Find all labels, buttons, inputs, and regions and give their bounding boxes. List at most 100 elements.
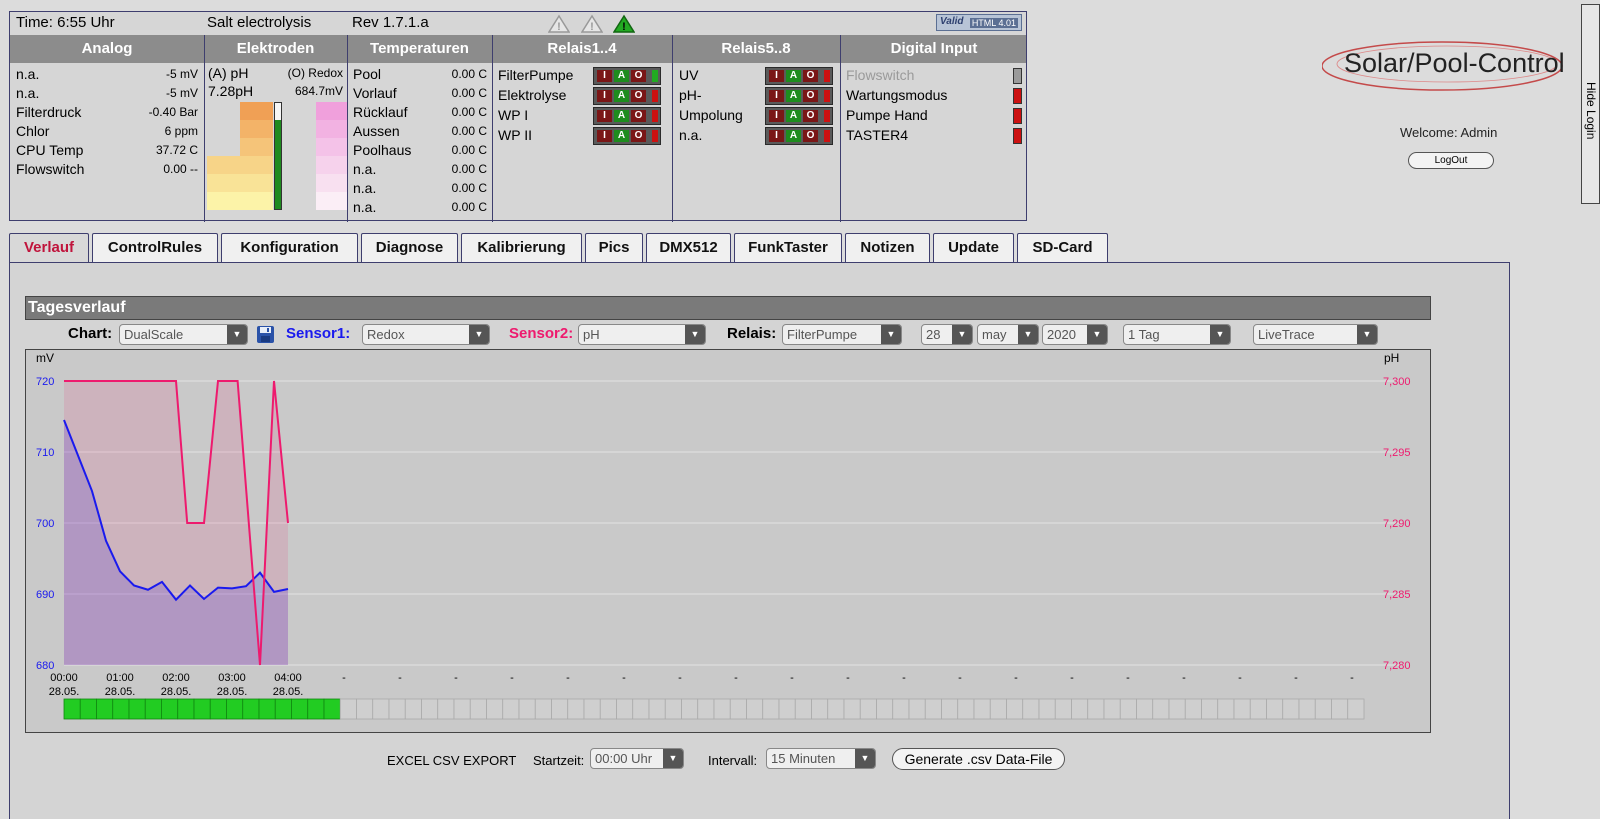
relay-state-block (1249, 698, 1267, 720)
chevron-down-icon: ▼ (469, 325, 489, 344)
relay-i-button[interactable]: I (597, 130, 612, 142)
svg-text:!: ! (590, 21, 594, 33)
temp-label: n.a. (353, 161, 377, 177)
relay-a-button[interactable]: A (614, 70, 629, 82)
chevron-down-icon: ▼ (1210, 325, 1230, 344)
tab-diagnose[interactable]: Diagnose (361, 233, 458, 263)
panel-header-row: Analog Elektroden Temperaturen Relais1..… (10, 35, 1026, 63)
interval-select[interactable]: 15 Minuten ▼ (766, 748, 876, 769)
relay-o-button[interactable]: O (803, 90, 818, 102)
time-display: Time: 6:55 Uhr (16, 14, 115, 31)
relay-iao-switch[interactable]: I A O (765, 67, 833, 85)
relay-state-block (1201, 698, 1219, 720)
relay-iao-switch[interactable]: I A O (593, 107, 661, 125)
relay-state-led (652, 110, 658, 122)
y2-tick-label: 7,300 (1383, 376, 1411, 388)
logo-text: Solar/Pool-Control (1344, 48, 1565, 78)
relay-o-button[interactable]: O (803, 70, 818, 82)
relay-iao-switch[interactable]: I A O (765, 127, 833, 145)
relay-iao-switch[interactable]: I A O (765, 87, 833, 105)
temp-label: Rücklauf (353, 104, 408, 120)
relay-iao-switch[interactable]: I A O (765, 107, 833, 125)
relay-o-button[interactable]: O (631, 130, 646, 142)
tab-verlauf[interactable]: Verlauf (9, 233, 89, 265)
relay-i-button[interactable]: I (769, 90, 784, 102)
relay-o-button[interactable]: O (803, 110, 818, 122)
start-time-select[interactable]: 00:00 Uhr ▼ (590, 748, 684, 769)
relay-state-block (161, 698, 179, 720)
tab-pics[interactable]: Pics (585, 233, 643, 263)
relay-state-block (437, 698, 455, 720)
tab-update[interactable]: Update (933, 233, 1014, 263)
relay-i-button[interactable]: I (769, 110, 784, 122)
x-tick-time: 04:00 (274, 672, 302, 684)
relay-a-button[interactable]: A (614, 130, 629, 142)
save-icon[interactable] (256, 325, 275, 344)
relay-o-button[interactable]: O (631, 90, 646, 102)
analog-value: -5 mV (165, 67, 198, 81)
tab-kalibrierung[interactable]: Kalibrierung (461, 233, 582, 263)
relay-state-block (989, 698, 1007, 720)
chart-type-label: Chart: (68, 325, 113, 342)
tab-notizen[interactable]: Notizen (845, 233, 930, 263)
relay-state-block (193, 698, 211, 720)
digital-input-row: Wartungsmodus (846, 86, 1024, 106)
relay-state-block (1103, 698, 1121, 720)
relay-o-button[interactable]: O (803, 130, 818, 142)
relay-o-button[interactable]: O (631, 110, 646, 122)
relay-a-button[interactable]: A (786, 130, 801, 142)
x-tick-dash: - (902, 672, 906, 684)
relais-select[interactable]: FilterPumpe ▼ (782, 324, 902, 345)
year-select[interactable]: 2020 ▼ (1042, 324, 1108, 345)
relay-state-block (258, 698, 276, 720)
sensor1-label: Sensor1: (286, 325, 351, 342)
relay-iao-switch[interactable]: I A O (593, 87, 661, 105)
relay-state-block (307, 698, 325, 720)
month-select[interactable]: may ▼ (977, 324, 1039, 345)
hide-login-toggle[interactable]: Hide Login (1581, 4, 1600, 204)
trace-select[interactable]: LiveTrace ▼ (1253, 324, 1378, 345)
relay-o-button[interactable]: O (631, 70, 646, 82)
relay-i-button[interactable]: I (769, 130, 784, 142)
digital-input-column: Flowswitch Wartungsmodus Pumpe Hand TAST… (846, 63, 1028, 222)
tab-dmx512[interactable]: DMX512 (646, 233, 731, 263)
logout-button[interactable]: LogOut (1408, 152, 1494, 169)
html-validator-badge[interactable]: Valid HTML 4.01 (936, 14, 1022, 31)
relay-a-button[interactable]: A (786, 70, 801, 82)
relay-state-block (63, 698, 81, 720)
tab-sd-card[interactable]: SD-Card (1017, 233, 1108, 263)
day-select[interactable]: 28 ▼ (921, 324, 973, 345)
relay-i-button[interactable]: I (769, 70, 784, 82)
relay-state-block (502, 698, 520, 720)
relay-a-button[interactable]: A (614, 110, 629, 122)
redox-value: 684.7mV (294, 84, 343, 98)
x-tick-dash: - (566, 672, 570, 684)
relay-a-button[interactable]: A (786, 90, 801, 102)
sensor2-select[interactable]: pH ▼ (578, 324, 706, 345)
relay-state-block (697, 698, 715, 720)
chart-type-select[interactable]: DualScale ▼ (119, 324, 248, 345)
relay-i-button[interactable]: I (597, 110, 612, 122)
relay-a-button[interactable]: A (614, 90, 629, 102)
tab-konfiguration[interactable]: Konfiguration (221, 233, 358, 263)
relay-state-block (96, 698, 114, 720)
relay-state-block (729, 698, 747, 720)
y2-tick-label: 7,285 (1383, 589, 1411, 601)
relay-state-block (1022, 698, 1040, 720)
relay-iao-switch[interactable]: I A O (593, 127, 661, 145)
range-select[interactable]: 1 Tag ▼ (1123, 324, 1231, 345)
digital-input-label: TASTER4 (846, 127, 908, 143)
generate-csv-button[interactable]: Generate .csv Data-File (892, 748, 1065, 770)
relay-a-button[interactable]: A (786, 110, 801, 122)
relay-iao-switch[interactable]: I A O (593, 67, 661, 85)
sensor1-select[interactable]: Redox ▼ (362, 324, 490, 345)
chevron-down-icon: ▼ (1357, 325, 1377, 344)
tab-funktaster[interactable]: FunkTaster (734, 233, 842, 263)
dual-scale-chart[interactable]: mV pH 720 710 700 690 680 7,300 7,295 7,290 7,285 7… (26, 350, 1430, 732)
header-temperaturen: Temperaturen (370, 40, 469, 57)
tab-controlrules[interactable]: ControlRules (92, 233, 218, 263)
x-tick-date: 28.05. (161, 686, 192, 698)
relay-state-block (827, 698, 845, 720)
relay-i-button[interactable]: I (597, 90, 612, 102)
relay-i-button[interactable]: I (597, 70, 612, 82)
